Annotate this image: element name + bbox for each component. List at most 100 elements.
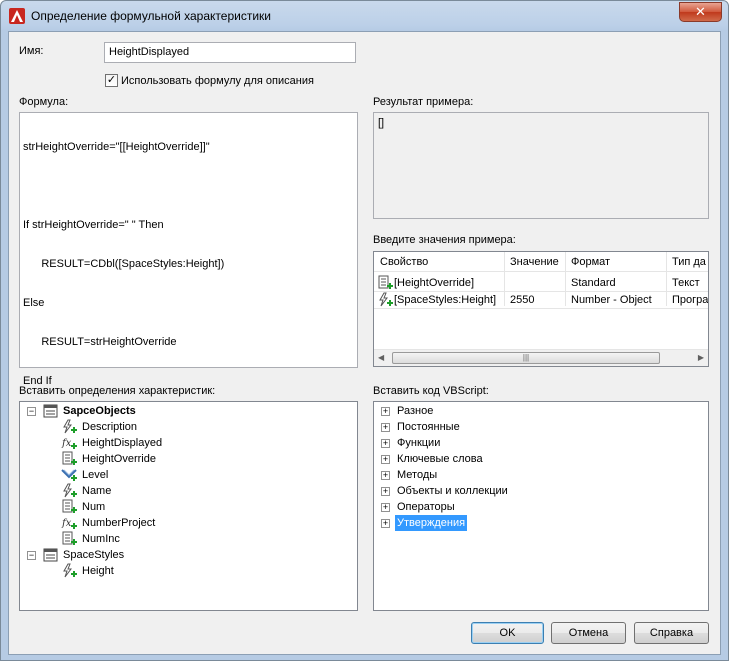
automatic-property-icon (63, 419, 77, 434)
formula-label: Формула: (19, 96, 69, 108)
tree-item[interactable]: fx NumberProject (20, 515, 340, 531)
automatic-property-icon (63, 563, 77, 578)
tree-item[interactable]: Description (20, 419, 340, 435)
scroll-left-icon[interactable]: ◀ (378, 353, 384, 362)
tree-item-label: Функции (397, 437, 441, 449)
column-header-value[interactable]: Значение (510, 256, 559, 268)
expand-icon[interactable]: + (381, 407, 390, 416)
expand-icon[interactable]: + (381, 471, 390, 480)
vbscript-tree: + Разное + Постоянные + Функции + Ключев… (373, 401, 709, 611)
tree-item[interactable]: fx HeightDisplayed (20, 435, 340, 451)
tree-item[interactable]: Num (20, 499, 340, 515)
column-header-format[interactable]: Формат (571, 256, 610, 268)
result-box: [] (373, 112, 709, 219)
help-button[interactable]: Справка (634, 622, 709, 644)
tree-item-label: Level (82, 469, 109, 481)
dialog-body: Имя: HeightDisplayed ✓ Использовать форм… (8, 31, 721, 655)
level-property-icon (61, 469, 77, 481)
insert-properties-label: Вставить определения характеристик: (19, 385, 216, 397)
svg-text:fx: fx (61, 438, 72, 449)
tree-item-label-selected: Утверждения (395, 515, 468, 531)
tree-item-misc[interactable]: + Разное (374, 403, 694, 419)
tree-item-label: Height (82, 565, 114, 577)
row-property: [SpaceStyles:Height] (394, 294, 497, 306)
manual-property-icon (62, 451, 77, 465)
tree-item-operators[interactable]: + Операторы (374, 499, 694, 515)
autocad-logo-icon (9, 8, 25, 24)
use-formula-label[interactable]: Использовать формулу для описания (121, 75, 314, 87)
tree-item-label: NumInc (82, 533, 120, 545)
row-format[interactable]: Standard (571, 277, 616, 289)
title-bar[interactable]: Определение формульной характеристики ✕ (1, 1, 728, 31)
group-name: SpaceStyles (63, 549, 125, 561)
manual-property-icon (62, 499, 77, 513)
sample-values-grid: Свойство Значение Формат Тип да [HeightO… (373, 251, 709, 367)
dialog-window: Определение формульной характеристики ✕ … (0, 0, 729, 661)
svg-text:fx: fx (61, 518, 72, 529)
expand-icon[interactable]: + (381, 439, 390, 448)
expand-icon[interactable]: + (381, 503, 390, 512)
scroll-thumb[interactable]: ||| (392, 352, 660, 364)
formula-line (23, 180, 354, 193)
formula-property-icon: fx (61, 438, 77, 449)
tree-item[interactable]: NumInc (20, 531, 340, 547)
check-icon: ✓ (106, 74, 117, 86)
column-header-type[interactable]: Тип да (672, 256, 706, 268)
grid-header: Свойство Значение Формат Тип да (374, 252, 708, 272)
expand-icon[interactable]: + (381, 487, 390, 496)
tree-item[interactable]: Height (20, 563, 340, 579)
automatic-property-icon (379, 292, 393, 307)
tree-item[interactable]: HeightOverride (20, 451, 340, 467)
ok-button[interactable]: OK (471, 622, 544, 644)
tree-item-label: Ключевые слова (397, 453, 483, 465)
close-icon: ✕ (695, 4, 706, 19)
window-title: Определение формульной характеристики (31, 9, 271, 23)
formula-line: strHeightOverride="[[HeightOverride]]" (23, 141, 210, 153)
tree-item-methods[interactable]: + Методы (374, 467, 694, 483)
cancel-button[interactable]: Отмена (551, 622, 626, 644)
tree-item-label: Постоянные (397, 421, 460, 433)
tree-item-statements[interactable]: + Утверждения (374, 515, 694, 531)
row-value-input[interactable]: 2550 (510, 294, 534, 306)
tree-group-sapceobjects[interactable]: − SapceObjects (20, 403, 340, 419)
formula-property-icon: fx (61, 518, 77, 529)
tree-item-label: Разное (397, 405, 434, 417)
row-format[interactable]: Number - Object (571, 294, 652, 306)
tree-item-label: Description (82, 421, 138, 433)
close-button[interactable]: ✕ (679, 2, 722, 22)
result-label: Результат примера: (373, 96, 474, 108)
horizontal-scrollbar[interactable]: ◀ ||| ▶ (374, 349, 708, 366)
tree-item[interactable]: Name (20, 483, 340, 499)
scroll-right-icon[interactable]: ▶ (698, 353, 704, 362)
formula-line: RESULT=CDbl([SpaceStyles:Height]) (23, 258, 225, 270)
column-header-property[interactable]: Свойство (380, 256, 428, 268)
row-type: Текст (672, 277, 700, 289)
property-tree: − SapceObjects Description fx HeightDisp… (19, 401, 358, 611)
tree-item-objects[interactable]: + Объекты и коллекции (374, 483, 694, 499)
collapse-icon[interactable]: − (27, 551, 36, 560)
tree-item-constants[interactable]: + Постоянные (374, 419, 694, 435)
row-type: Програ (672, 294, 709, 306)
sample-values-label: Введите значения примера: (373, 234, 516, 246)
use-formula-checkbox[interactable]: ✓ (105, 74, 118, 87)
table-row[interactable]: [SpaceStyles:Height] 2550 Number - Objec… (374, 292, 708, 309)
tree-item-label: Операторы (397, 501, 455, 513)
insert-vbscript-label: Вставить код VBScript: (373, 385, 489, 397)
name-input[interactable]: HeightDisplayed (104, 42, 356, 63)
expand-icon[interactable]: + (381, 423, 390, 432)
tree-item-label: Объекты и коллекции (397, 485, 508, 497)
expand-icon[interactable]: + (381, 519, 390, 528)
formula-line: If strHeightOverride=" " Then (23, 219, 164, 231)
table-row[interactable]: [HeightOverride] Standard Текст (374, 275, 708, 292)
formula-editor[interactable]: strHeightOverride="[[HeightOverride]]" I… (19, 112, 358, 387)
tree-item-functions[interactable]: + Функции (374, 435, 694, 451)
expand-icon[interactable]: + (381, 455, 390, 464)
tree-item-keywords[interactable]: + Ключевые слова (374, 451, 694, 467)
tree-item[interactable]: Level (20, 467, 340, 483)
tree-group-spacestyles[interactable]: − SpaceStyles (20, 547, 340, 563)
result-value: [] (378, 117, 385, 129)
collapse-icon[interactable]: − (27, 407, 36, 416)
property-set-icon (43, 548, 58, 562)
tree-item-label: HeightOverride (82, 453, 156, 465)
tree-item-label: Num (82, 501, 106, 513)
